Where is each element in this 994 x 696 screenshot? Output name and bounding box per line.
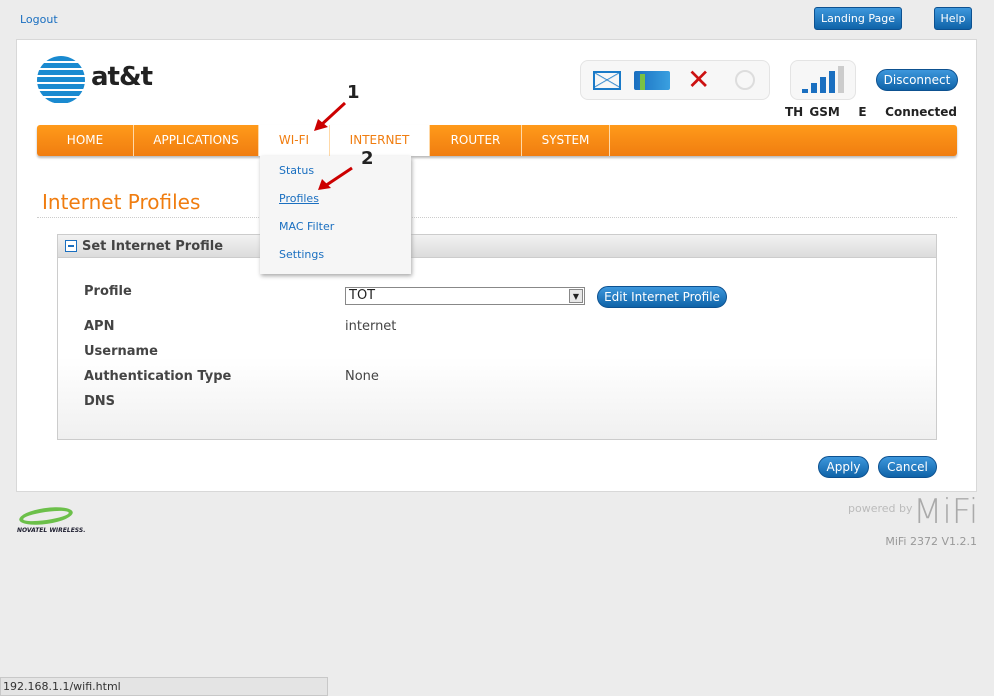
mifi-logo: MiFi [913,492,979,532]
annotation-number-2: 2 [361,148,374,169]
version: MiFi 2372 V1.2.1 [885,535,977,548]
arrow-step-1 [318,101,347,128]
annotation-number-1: 1 [347,82,360,103]
annotation-arrows [314,101,353,190]
status-bar-url: 192.168.1.1/wifi.html [0,677,328,696]
arrow-step-2 [324,166,353,188]
powered-by: powered by [848,502,913,515]
vendor-logo: NOVATEL WIRELESS. [17,527,86,534]
